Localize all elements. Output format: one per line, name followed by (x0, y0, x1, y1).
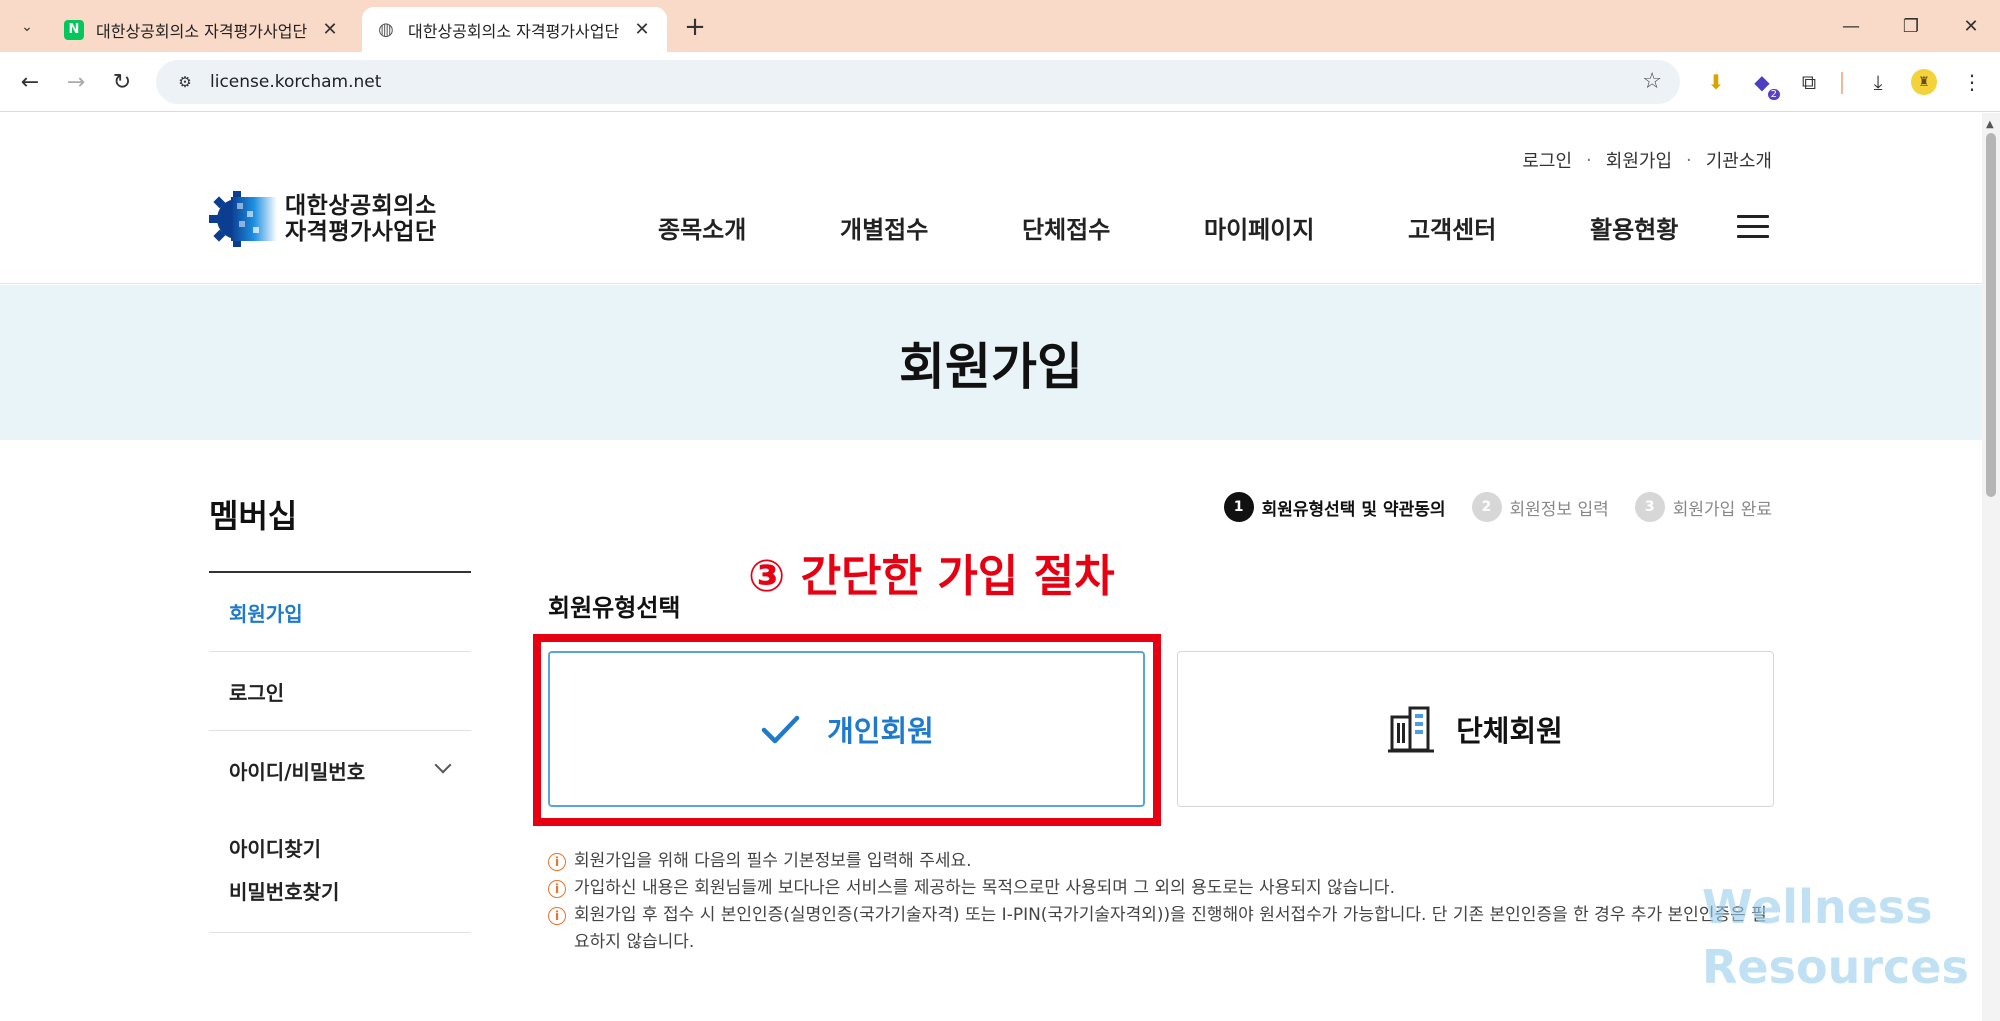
info-note-text: 가입하신 내용은 회원님들께 보다나은 서비스를 제공하는 목적으로만 사용되며… (574, 878, 1395, 898)
browser-tab-1[interactable]: N 대한상공회의소 자격평가사업단 ✕ (50, 7, 355, 52)
info-notes: i 회원가입을 위해 다음의 필수 기본정보를 입력해 주세요. i 가입하신 … (548, 848, 1778, 956)
group-member-label: 단체회원 (1456, 714, 1563, 748)
step-label: 회원정보 입력 (1509, 499, 1609, 520)
close-icon[interactable]: ✕ (631, 19, 653, 40)
sidebar-subitem-find-id[interactable]: 아이디찾기 (229, 828, 471, 871)
util-link-login[interactable]: 로그인 (1522, 147, 1572, 173)
sidebar-item-signup[interactable]: 회원가입 (209, 573, 471, 652)
step-2: 2 회원정보 입력 (1471, 492, 1609, 522)
naver-icon: N (64, 19, 84, 40)
nav-item-group-apply[interactable]: 단체접수 (1022, 210, 1110, 245)
info-note: i 가입하신 내용은 회원님들께 보다나은 서비스를 제공하는 목적으로만 사용… (548, 875, 1778, 902)
nav-item-usage-status[interactable]: 활용현황 (1590, 210, 1678, 245)
bookmark-star-icon[interactable]: ☆ (1642, 69, 1662, 94)
globe-icon: ◍ (378, 19, 394, 40)
step-number: 3 (1634, 492, 1665, 522)
url-text[interactable]: license.korcham.net (210, 72, 381, 92)
info-icon: i (548, 880, 566, 898)
sidebar-nav: 회원가입 로그인 아이디/비밀번호 아이디찾기 비밀번호찾기 (209, 571, 471, 933)
scroll-up-arrow-icon[interactable]: ▲ (1986, 119, 1994, 130)
separator-dot: · (1586, 149, 1592, 171)
nav-item-individual-apply[interactable]: 개별접수 (840, 210, 928, 245)
chevron-down-icon (434, 756, 452, 774)
sidebar-title: 멤버십 (209, 497, 298, 535)
step-label: 회원가입 완료 (1672, 499, 1772, 520)
sidebar-item-label: 로그인 (229, 680, 285, 705)
step-number: 2 (1471, 492, 1502, 522)
tab-title: 대한상공회의소 자격평가사업단 (408, 21, 620, 41)
annotation-highlight-box (533, 634, 1161, 826)
info-icon: i (548, 907, 566, 925)
avatar-icon: ♜ (1911, 69, 1937, 95)
info-note-text: 회원가입을 위해 다음의 필수 기본정보를 입력해 주세요. (574, 851, 972, 871)
scrollbar-thumb[interactable] (1986, 133, 1996, 497)
reload-icon[interactable]: ↻ (104, 64, 140, 100)
restore-icon[interactable]: ❐ (1888, 8, 1934, 44)
site-logo[interactable]: 대한상공회의소 자격평가사업단 (209, 191, 437, 247)
extension-badge-count: 2 (1767, 89, 1780, 100)
address-bar[interactable]: ⚙ license.korcham.net ☆ (156, 60, 1680, 104)
info-note-text: 회원가입 후 접수 시 본인인증(실명인증(국가기술자격) 또는 I-PIN(국… (574, 905, 1767, 952)
window-close-icon[interactable]: ✕ (1948, 8, 1994, 44)
back-arrow-icon[interactable]: ← (12, 64, 48, 100)
member-type-title: 회원유형선택 (548, 594, 681, 622)
watermark: Wellness Resources (1702, 877, 1969, 997)
watermark-line-2: Resources (1702, 940, 1969, 994)
page-scrollbar[interactable]: ▲ (1982, 113, 2000, 1021)
sidebar-subitem-find-password[interactable]: 비밀번호찾기 (229, 871, 471, 914)
tab-title: 대한상공회의소 자격평가사업단 (96, 21, 308, 41)
annotation-caption: ③ 간단한 가입 절차 (748, 551, 1115, 602)
step-number: 1 (1223, 492, 1254, 522)
utility-nav: 로그인 · 회원가입 · 기관소개 (1522, 147, 1772, 173)
info-note: i 회원가입을 위해 다음의 필수 기본정보를 입력해 주세요. (548, 848, 1778, 875)
info-icon: i (548, 853, 566, 871)
toolbar-separator (1841, 72, 1843, 94)
hero-banner: 회원가입 (0, 285, 1982, 440)
puzzle-extensions-icon[interactable]: ⧉ (1793, 66, 1825, 98)
profile-avatar[interactable]: ♜ (1908, 66, 1940, 98)
web-page: 로그인 · 회원가입 · 기관소개 대한상공회의소 자격평가사업단 종목소개 개… (0, 113, 1982, 1021)
logo-line-2: 자격평가사업단 (285, 219, 437, 245)
download-arrow-extension-icon[interactable]: ⬇ (1700, 66, 1732, 98)
util-link-signup[interactable]: 회원가입 (1606, 147, 1672, 173)
info-note: i 회원가입 후 접수 시 본인인증(실명인증(국가기술자격) 또는 I-PIN… (548, 902, 1778, 956)
browser-tab-2[interactable]: ◍ 대한상공회의소 자격평가사업단 ✕ (362, 7, 667, 52)
new-tab-plus-icon[interactable]: + (678, 10, 712, 44)
browser-tab-bar: ⌄ N 대한상공회의소 자격평가사업단 ✕ ◍ 대한상공회의소 자격평가사업단 … (0, 0, 2000, 52)
nav-item-customer-center[interactable]: 고객센터 (1408, 210, 1496, 245)
sidebar-item-label: 회원가입 (229, 601, 303, 626)
browser-toolbar: ← → ↻ ⚙ license.korcham.net ☆ ⬇ ◆ 2 ⧉ ⤓ ♜… (0, 52, 2000, 112)
hamburger-menu-icon[interactable] (1737, 215, 1769, 239)
page-title: 회원가입 (899, 337, 1083, 396)
close-icon[interactable]: ✕ (319, 19, 341, 40)
logo-gear-icon (209, 191, 279, 247)
logo-text: 대한상공회의소 자격평가사업단 (285, 193, 437, 245)
signup-steps: 1 회원유형선택 및 약관동의 2 회원정보 입력 3 회원가입 완료 (1198, 492, 1772, 522)
tab-search-chevron-icon[interactable]: ⌄ (10, 10, 44, 44)
sidebar-item-label: 아이디/비밀번호 (229, 760, 366, 784)
sidebar-item-login[interactable]: 로그인 (209, 652, 471, 731)
step-1: 1 회원유형선택 및 약관동의 (1223, 492, 1446, 522)
watermark-line-1: Wellness (1702, 880, 1933, 934)
nav-item-items[interactable]: 종목소개 (658, 210, 746, 245)
site-info-icon[interactable]: ⚙ (170, 67, 200, 97)
downloads-icon[interactable]: ⤓ (1862, 66, 1894, 98)
building-icon (1388, 706, 1435, 753)
sidebar-submenu: 아이디찾기 비밀번호찾기 (209, 810, 471, 933)
sidebar-item-id-password[interactable]: 아이디/비밀번호 (209, 731, 471, 810)
extension-badge-icon[interactable]: ◆ 2 (1746, 66, 1780, 100)
logo-line-1: 대한상공회의소 (285, 193, 437, 219)
nav-item-mypage[interactable]: 마이페이지 (1204, 210, 1314, 245)
util-link-about[interactable]: 기관소개 (1706, 147, 1772, 173)
group-member-option[interactable]: 단체회원 (1177, 651, 1774, 807)
forward-arrow-icon[interactable]: → (58, 64, 94, 100)
header-divider (0, 283, 1982, 284)
step-label: 회원유형선택 및 약관동의 (1261, 499, 1446, 520)
separator-dot: · (1686, 149, 1692, 171)
more-menu-icon[interactable]: ⋮ (1956, 66, 1988, 98)
step-3: 3 회원가입 완료 (1634, 492, 1772, 522)
minimize-icon[interactable]: — (1828, 8, 1874, 44)
